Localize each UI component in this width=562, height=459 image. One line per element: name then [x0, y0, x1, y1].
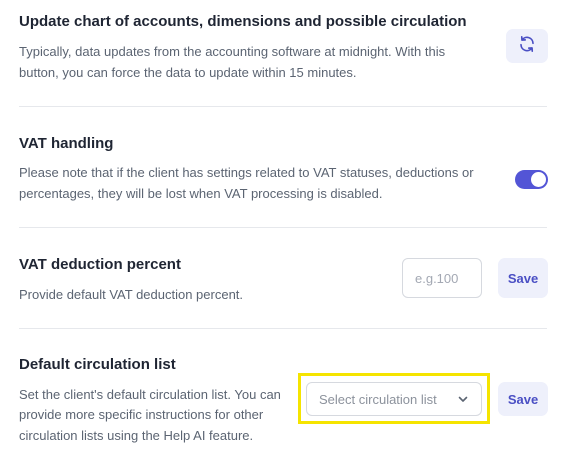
vat-deduction-save-button[interactable]: Save	[498, 258, 548, 298]
vat-handling-toggle[interactable]	[515, 170, 548, 189]
refresh-icon	[518, 35, 536, 58]
circulation-select-placeholder: Select circulation list	[319, 391, 437, 407]
toggle-knob	[531, 172, 546, 187]
circulation-description-line3: circulation lists using the Help AI feat…	[19, 428, 254, 443]
refresh-button[interactable]	[506, 29, 548, 63]
divider	[19, 227, 547, 228]
chevron-down-icon	[457, 393, 469, 405]
vat-deduction-input[interactable]	[402, 258, 482, 298]
circulation-description-line2: provide more specific instructions for o…	[19, 407, 264, 422]
vat-deduction-description: Provide default VAT deduction percent.	[19, 287, 244, 302]
update-chart-description-line1: Typically, data updates from the account…	[19, 44, 446, 59]
vat-handling-description-line2: percentages, they will be lost when VAT …	[19, 186, 383, 201]
divider	[19, 328, 547, 329]
circulation-select[interactable]: Select circulation list	[306, 382, 482, 416]
divider	[19, 106, 547, 107]
circulation-description-line1: Set the client's default circulation lis…	[19, 387, 281, 402]
update-chart-title: Update chart of accounts, dimensions and…	[19, 13, 467, 30]
vat-deduction-title: VAT deduction percent	[19, 256, 181, 273]
vat-handling-description-line1: Please note that if the client has setti…	[19, 165, 474, 180]
vat-handling-title: VAT handling	[19, 135, 114, 152]
circulation-title: Default circulation list	[19, 356, 176, 373]
circulation-save-button[interactable]: Save	[498, 382, 548, 416]
update-chart-description-line2: button, you can force the data to update…	[19, 65, 357, 80]
